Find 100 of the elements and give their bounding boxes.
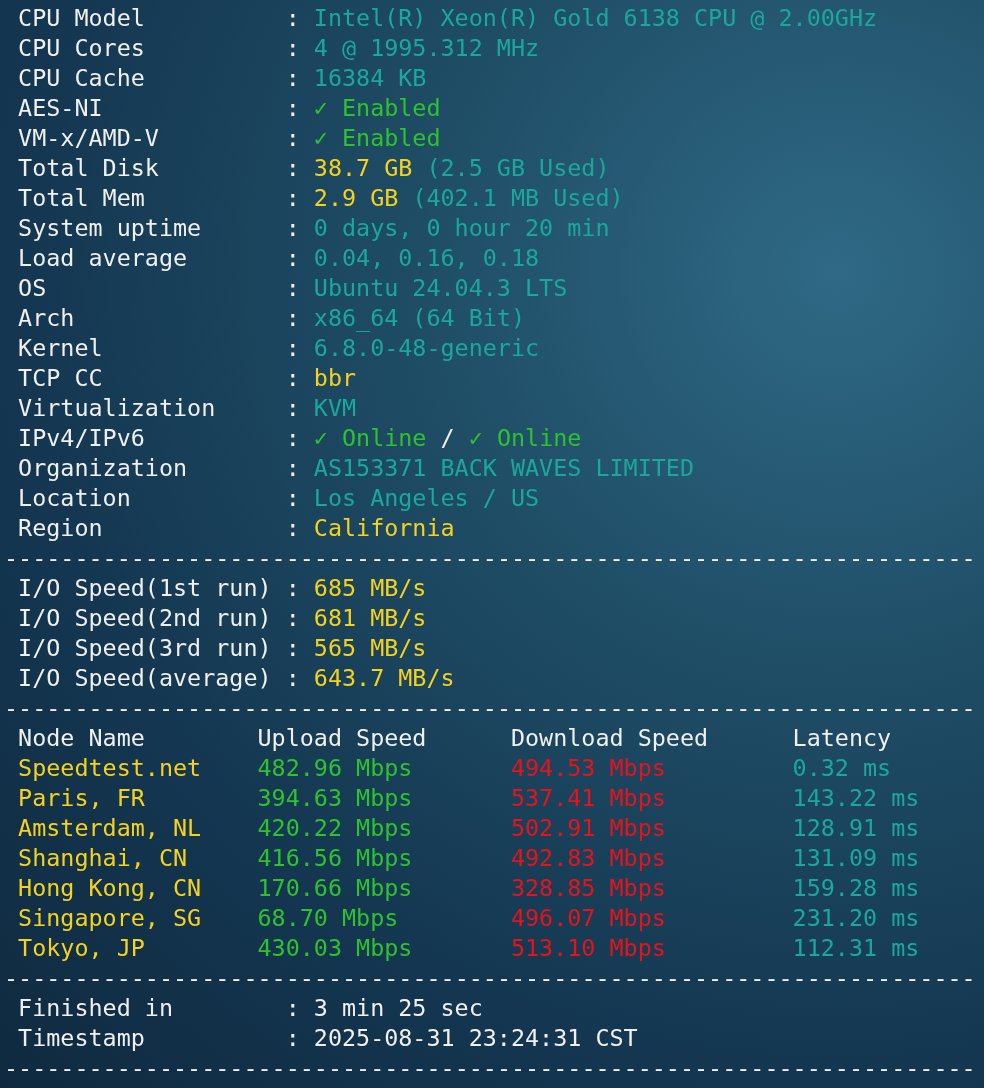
info-label: Arch [17, 303, 76, 333]
info-label: OS [17, 273, 48, 303]
node-name: Shanghai, CN [18, 843, 189, 873]
info-value: ✓ Enabled [313, 123, 441, 153]
colon: : [285, 483, 301, 513]
upload-speed: 68.70 Mbps [257, 903, 400, 933]
info-value: ✓ Enabled [313, 93, 441, 123]
info-value: California [313, 513, 455, 543]
info-value: ✓ Online [313, 423, 427, 453]
upload-speed: 482.96 Mbps [257, 753, 414, 783]
info-label: Kernel [17, 333, 104, 363]
info-label: IPv4/IPv6 [17, 423, 146, 453]
download-speed: 537.41 Mbps [510, 783, 667, 813]
download-speed: 502.91 Mbps [510, 813, 667, 843]
info-value: 643.7 MB/s [313, 663, 455, 693]
node-name: Speedtest.net [18, 753, 203, 783]
latency: 112.31 ms [792, 933, 921, 963]
info-label: Location [17, 483, 132, 513]
column-header: Upload Speed [257, 723, 428, 753]
latency: 143.22 ms [792, 783, 921, 813]
node-name: Amsterdam, NL [18, 813, 203, 843]
colon: : [285, 153, 301, 183]
info-value: 2.9 GB [313, 183, 399, 213]
colon: : [285, 63, 301, 93]
info-value: 685 MB/s [313, 573, 427, 603]
latency: 231.20 ms [792, 903, 921, 933]
node-name: Singapore, SG [18, 903, 203, 933]
info-value: 565 MB/s [313, 633, 427, 663]
info-label: Total Mem [17, 183, 146, 213]
info-value: 0.04, 0.16, 0.18 [313, 243, 540, 273]
info-value: 4 @ 1995.312 MHz [313, 33, 540, 63]
info-label: CPU Model [17, 3, 146, 33]
info-value: (402.1 MB Used) [412, 183, 624, 213]
colon: : [285, 663, 301, 693]
info-value: Los Angeles / US [313, 483, 540, 513]
info-label: Load average [17, 243, 189, 273]
colon: : [285, 633, 301, 663]
upload-speed: 394.63 Mbps [257, 783, 414, 813]
info-value: x86_64 (64 Bit) [313, 303, 526, 333]
info-value: 2025-08-31 23:24:31 CST [313, 1023, 638, 1053]
colon: : [285, 513, 301, 543]
colon: : [285, 333, 301, 363]
column-header: Download Speed [510, 723, 710, 753]
info-value: ✓ Online [468, 423, 582, 453]
colon: : [285, 993, 301, 1023]
latency: 131.09 ms [792, 843, 921, 873]
info-label: I/O Speed(1st run) [17, 573, 273, 603]
info-label: Region [17, 513, 104, 543]
download-speed: 496.07 Mbps [510, 903, 667, 933]
info-label: System uptime [17, 213, 203, 243]
info-value: Intel(R) Xeon(R) Gold 6138 CPU @ 2.00GHz [313, 3, 878, 33]
info-label: AES-NI [17, 93, 104, 123]
latency: 159.28 ms [792, 873, 921, 903]
colon: : [285, 33, 301, 63]
info-value: 6.8.0-48-generic [313, 333, 540, 363]
info-value: KVM [313, 393, 357, 423]
info-label: Virtualization [17, 393, 217, 423]
info-label: Total Disk [17, 153, 160, 183]
latency: 128.91 ms [792, 813, 921, 843]
node-name: Tokyo, JP [18, 933, 146, 963]
colon: : [285, 363, 301, 393]
info-value: 681 MB/s [313, 603, 427, 633]
colon: : [285, 213, 301, 243]
dashed-separator: --------------------------------------------------------------------- [4, 693, 976, 723]
download-speed: 492.83 Mbps [510, 843, 667, 873]
node-name: Paris, FR [18, 783, 146, 813]
dashed-separator: --------------------------------------------------------------------- [4, 963, 976, 993]
colon: : [285, 453, 301, 483]
info-value: (2.5 GB Used) [426, 153, 610, 183]
download-speed: 494.53 Mbps [510, 753, 667, 783]
colon: : [285, 573, 301, 603]
info-label: Timestamp [17, 1023, 146, 1053]
download-speed: 328.85 Mbps [510, 873, 667, 903]
colon: : [285, 603, 301, 633]
node-name: Hong Kong, CN [18, 873, 203, 903]
dashed-separator: --------------------------------------------------------------------- [4, 1053, 976, 1083]
info-label: Organization [17, 453, 189, 483]
info-label: I/O Speed(average) [17, 663, 273, 693]
colon: : [285, 1023, 301, 1053]
info-value: / [440, 423, 455, 453]
info-value: 0 days, 0 hour 20 min [313, 213, 610, 243]
colon: : [285, 3, 301, 33]
info-label: TCP CC [17, 363, 104, 393]
colon: : [285, 93, 301, 123]
info-label: I/O Speed(3rd run) [17, 633, 273, 663]
info-value: bbr [313, 363, 357, 393]
info-value: 16384 KB [313, 63, 427, 93]
colon: : [285, 123, 301, 153]
info-label: CPU Cores [17, 33, 146, 63]
info-value: AS153371 BACK WAVES LIMITED [313, 453, 695, 483]
info-label: VM-x/AMD-V [17, 123, 160, 153]
info-value: Ubuntu 24.04.3 LTS [313, 273, 568, 303]
info-label: CPU Cache [17, 63, 146, 93]
upload-speed: 170.66 Mbps [257, 873, 414, 903]
upload-speed: 420.22 Mbps [257, 813, 414, 843]
download-speed: 513.10 Mbps [510, 933, 667, 963]
upload-speed: 430.03 Mbps [257, 933, 414, 963]
info-value: 3 min 25 sec [313, 993, 483, 1023]
colon: : [285, 183, 301, 213]
column-header: Node Name [18, 723, 146, 753]
